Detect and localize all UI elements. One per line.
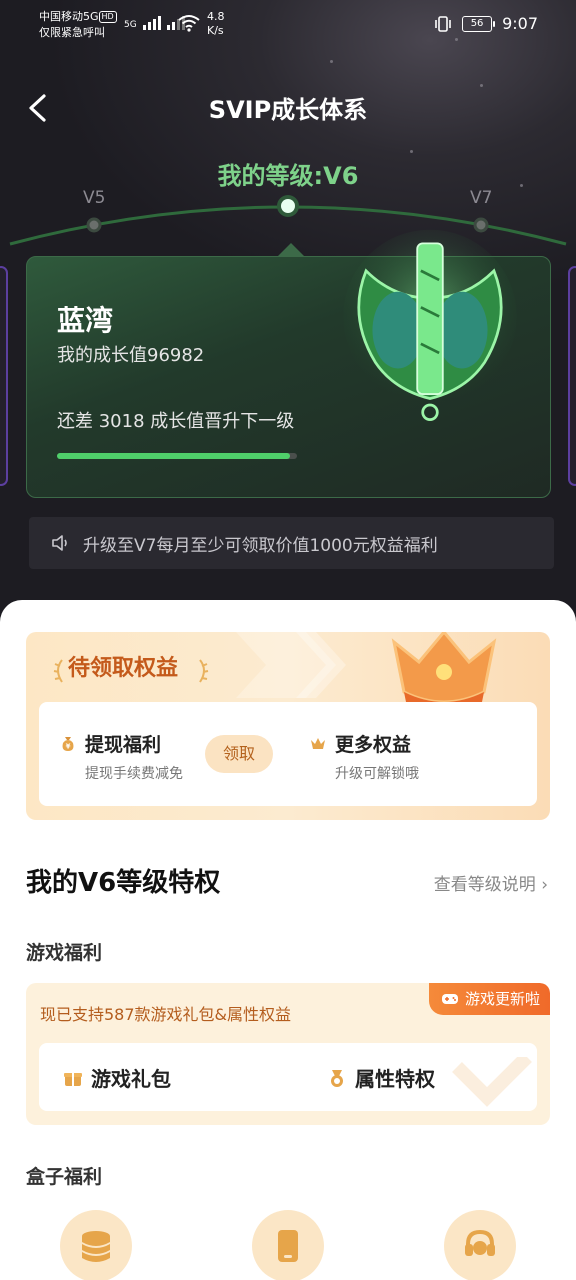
level-prev: V5 bbox=[83, 188, 106, 208]
v6-badge-icon bbox=[343, 229, 517, 421]
tag-label: 游戏更新啦 bbox=[464, 990, 540, 1008]
crown-icon bbox=[311, 737, 325, 749]
pending-benefits-card: 待领取权益 ¥ 提现福利 提现手续费减免 领取 更多权益 升级可解锁哦 bbox=[26, 632, 550, 820]
notice-text: 升级至V7每月至少可领取价值1000元权益福利 bbox=[83, 535, 438, 556]
vibrate-icon bbox=[435, 15, 451, 32]
item-label: 游戏礼包 bbox=[91, 1067, 171, 1091]
phone-icon bbox=[278, 1230, 298, 1262]
content-sheet: 待领取权益 ¥ 提现福利 提现手续费减免 领取 更多权益 升级可解锁哦 我的V6… bbox=[0, 600, 576, 1280]
item-label: 属性特权 bbox=[355, 1067, 435, 1091]
headset-icon bbox=[465, 1229, 495, 1256]
speaker-icon bbox=[52, 535, 67, 551]
claim-button[interactable]: 领取 bbox=[205, 735, 273, 773]
next-level-card[interactable] bbox=[568, 266, 576, 486]
box-benefit-coins[interactable] bbox=[60, 1210, 132, 1280]
level-description-link[interactable]: 查看等级说明 › bbox=[434, 870, 548, 895]
page-title: SVIP成长体系 bbox=[208, 96, 368, 124]
user-name: 蓝湾 bbox=[57, 304, 114, 337]
nav-bar: SVIP成长体系 bbox=[0, 80, 576, 136]
chevron-right-icon: › bbox=[541, 875, 548, 895]
privileges-title: 我的V6等级特权 bbox=[26, 868, 221, 898]
pending-title: 待领取权益 bbox=[68, 656, 179, 681]
card-pointer bbox=[277, 243, 305, 257]
box-benefit-phone[interactable] bbox=[252, 1210, 324, 1280]
coins-icon bbox=[82, 1231, 110, 1262]
arrow-decoration bbox=[236, 632, 346, 698]
status-bar: 中国移动5G HD 仅限紧急呼叫 5G 4.8 K/s 56 9:07 bbox=[0, 0, 576, 50]
benefit-more[interactable]: 更多权益 升级可解锁哦 bbox=[309, 730, 419, 783]
growth-difference: 还差 3018 成长值晋升下一级 bbox=[57, 411, 295, 432]
prev-level-card[interactable] bbox=[0, 266, 8, 486]
link-label: 查看等级说明 bbox=[433, 875, 536, 895]
pending-benefits-list: ¥ 提现福利 提现手续费减免 领取 更多权益 升级可解锁哦 bbox=[39, 702, 537, 806]
game-benefits-card: 游戏更新啦 现已支持587款游戏礼包&属性权益 游戏礼包 属性特权 bbox=[26, 983, 550, 1125]
gift-icon bbox=[64, 1072, 82, 1086]
crown-decoration-icon bbox=[391, 632, 497, 711]
growth-progress-bar bbox=[57, 453, 297, 459]
benefit-subtitle: 提现手续费减免 bbox=[85, 766, 183, 782]
benefit-withdraw[interactable]: ¥ 提现福利 提现手续费减免 bbox=[59, 730, 183, 783]
signal-icon: 5G bbox=[124, 14, 185, 30]
section-title-game: 游戏福利 bbox=[26, 942, 103, 964]
growth-value: 我的成长值96982 bbox=[57, 345, 205, 366]
check-decoration bbox=[452, 1057, 532, 1107]
money-bag-icon: ¥ bbox=[62, 736, 74, 751]
box-benefit-service[interactable] bbox=[444, 1210, 516, 1280]
medal-icon bbox=[331, 1069, 343, 1087]
battery-icon: 56 bbox=[462, 15, 496, 32]
section-title-box: 盒子福利 bbox=[26, 1166, 103, 1188]
growth-progress-fill bbox=[57, 453, 290, 459]
benefit-subtitle: 升级可解锁哦 bbox=[335, 766, 419, 782]
network-speed: 4.8 K/s bbox=[207, 10, 225, 37]
gamepad-icon bbox=[441, 994, 458, 1004]
game-benefits-list: 游戏礼包 属性特权 bbox=[39, 1043, 537, 1111]
game-description: 现已支持587款游戏礼包&属性权益 bbox=[40, 1005, 292, 1024]
wifi-icon bbox=[178, 15, 200, 32]
attribute-privilege-item[interactable]: 属性特权 bbox=[327, 1063, 435, 1092]
benefit-title: 提现福利 bbox=[85, 734, 162, 756]
carrier-info: 中国移动5G HD 仅限紧急呼叫 bbox=[39, 9, 117, 41]
laurel-left-icon bbox=[53, 659, 63, 683]
clock: 9:07 bbox=[502, 14, 538, 33]
level-next: V7 bbox=[470, 188, 493, 208]
svg-text:¥: ¥ bbox=[66, 742, 71, 750]
status-right: 56 9:07 bbox=[434, 14, 538, 33]
benefit-title: 更多权益 bbox=[335, 734, 412, 756]
game-gift-item[interactable]: 游戏礼包 bbox=[63, 1063, 171, 1092]
laurel-right-icon bbox=[199, 659, 209, 683]
upgrade-notice[interactable]: 升级至V7每月至少可领取价值1000元权益福利 bbox=[29, 517, 554, 569]
game-update-tag[interactable]: 游戏更新啦 bbox=[428, 983, 550, 1015]
